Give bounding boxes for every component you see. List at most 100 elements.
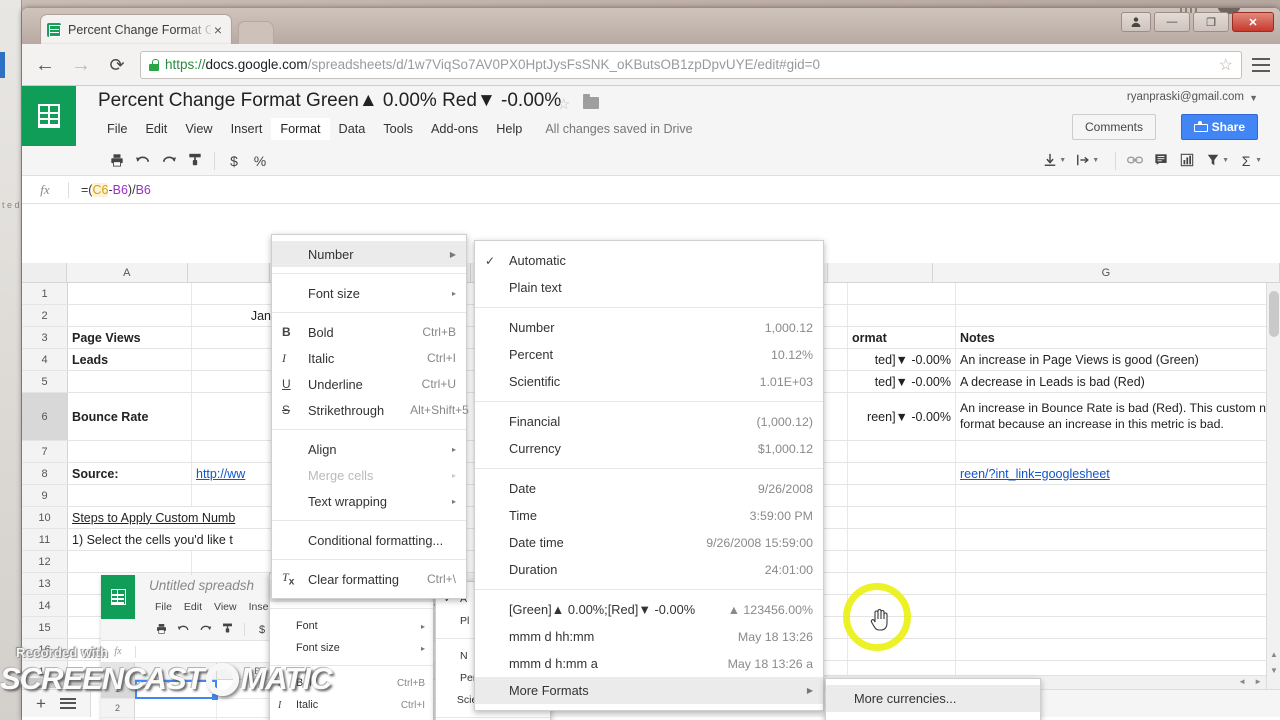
grid-cell[interactable]: ormat: [848, 327, 956, 348]
grid-cell[interactable]: [68, 305, 192, 326]
grid-cell[interactable]: An increase in Page Views is good (Green…: [956, 349, 1280, 370]
forward-icon[interactable]: →: [68, 55, 94, 75]
grid-cell[interactable]: ted]▼ -0.00%: [848, 371, 956, 392]
grid-cell[interactable]: [848, 485, 956, 506]
scroll-up-icon[interactable]: ▲: [1270, 650, 1278, 659]
grid-cell[interactable]: [68, 441, 192, 462]
menu-item-strikethrough[interactable]: S Strikethrough Alt+Shift+5: [272, 397, 469, 423]
menu-item-time[interactable]: Time 3:59:00 PM: [475, 502, 823, 529]
menu-edit[interactable]: Edit: [136, 118, 176, 140]
menu-item-date-time[interactable]: Date time 9/26/2008 15:59:00: [475, 529, 823, 556]
grid-cell[interactable]: [848, 595, 956, 616]
column-header-f[interactable]: [827, 263, 933, 282]
grid-cell[interactable]: [192, 551, 276, 572]
grid-cell[interactable]: A decrease in Leads is bad (Red): [956, 371, 1280, 392]
close-tab-icon[interactable]: ×: [211, 23, 225, 37]
menu-item-italic[interactable]: I Italic Ctrl+I: [270, 694, 433, 716]
menu-item-number[interactable]: Number ▶: [272, 241, 466, 267]
row-header[interactable]: 8: [22, 463, 68, 484]
sheets-logo-icon[interactable]: [22, 86, 76, 146]
menu-item-mmm-d-h-mm-a[interactable]: mmm d h:mm a May 18 13:26 a: [475, 650, 823, 677]
currency-icon[interactable]: $: [221, 154, 247, 168]
grid-cell[interactable]: 1) Select the cells you'd like t: [68, 529, 276, 550]
browser-tab[interactable]: Percent Change Format G ×: [40, 14, 232, 44]
close-window-button[interactable]: ✕: [1232, 12, 1274, 32]
grid-cell[interactable]: Steps to Apply Custom Numb: [68, 507, 276, 528]
browser-menu-icon[interactable]: [1252, 57, 1270, 72]
menu-item-more-date-and-time-formats[interactable]: More date and time formats...: [826, 712, 1040, 720]
grid-cell[interactable]: [956, 283, 1280, 304]
menu-file[interactable]: File: [98, 118, 136, 140]
vertical-scroll-thumb[interactable]: [1269, 291, 1279, 337]
grid-cell[interactable]: [848, 441, 956, 462]
inner-print-icon[interactable]: [151, 623, 171, 637]
menu-item-bold[interactable]: B Bold Ctrl+B: [270, 672, 433, 694]
row-header[interactable]: 14: [22, 595, 68, 616]
menu-item-underline[interactable]: UUnderlineCtrl+U: [270, 716, 433, 720]
menu-addons[interactable]: Add-ons: [422, 118, 487, 140]
row-header[interactable]: 13: [22, 573, 68, 594]
menu-item-percent[interactable]: Percent 10.12%: [475, 341, 823, 368]
menu-item-text-wrapping[interactable]: Text wrapping ▸: [272, 488, 466, 514]
grid-cell[interactable]: ted]▼ -0.00%: [848, 349, 956, 370]
row-header[interactable]: 11: [22, 529, 68, 550]
chart-icon[interactable]: [1174, 153, 1200, 169]
menu-item-financial[interactable]: Financial (1,000.12): [475, 408, 823, 435]
grid-cell[interactable]: reen]▼ -0.00%: [848, 393, 956, 440]
inner-redo-icon[interactable]: [195, 623, 215, 637]
menu-item-number[interactable]: Number 1,000.12: [475, 314, 823, 341]
menu-format[interactable]: Format: [271, 118, 330, 140]
inner-row-header[interactable]: 2: [101, 699, 135, 717]
menu-insert[interactable]: Insert: [222, 118, 272, 140]
inner-menu-file[interactable]: File: [149, 599, 178, 615]
row-header[interactable]: 9: [22, 485, 68, 506]
menu-item-plain-text[interactable]: Plain text: [475, 274, 823, 301]
grid-cell[interactable]: [956, 551, 1280, 572]
row-header[interactable]: 3: [22, 327, 68, 348]
inner-column-header-a[interactable]: A: [135, 663, 217, 679]
account-email[interactable]: ryanpraski@gmail.com: [1127, 91, 1244, 103]
row-header[interactable]: 12: [22, 551, 68, 572]
redo-icon[interactable]: [156, 153, 182, 169]
star-document-icon[interactable]: ☆: [557, 95, 570, 113]
inner-grid-cell[interactable]: [135, 699, 217, 717]
menu-tools[interactable]: Tools: [374, 118, 422, 140]
menu-item-automatic[interactable]: ✓ Automatic: [475, 247, 823, 274]
inner-paint-format-icon[interactable]: [217, 622, 237, 637]
menu-item-bold[interactable]: B Bold Ctrl+B: [272, 319, 466, 345]
grid-cell[interactable]: [956, 573, 1280, 594]
bookmark-star-icon[interactable]: ☆: [1211, 55, 1233, 75]
row-header[interactable]: 1: [22, 283, 68, 304]
grid-cell[interactable]: [956, 529, 1280, 550]
menu-item-conditional-formatting[interactable]: Conditional formatting...: [272, 527, 466, 553]
scroll-down-icon[interactable]: ▼: [1270, 666, 1278, 675]
scroll-left-icon[interactable]: ◄: [1238, 677, 1246, 686]
menu-item-green-0-00-red-0-00[interactable]: [Green]▲ 0.00%;[Red]▼ -0.00% ▲ 123456.00%: [475, 596, 823, 623]
row-header[interactable]: 10: [22, 507, 68, 528]
row-header[interactable]: 7: [22, 441, 68, 462]
vertical-scrollbar[interactable]: ▲ ▼: [1266, 283, 1280, 689]
grid-cell[interactable]: [192, 327, 276, 348]
minimize-button[interactable]: —: [1154, 12, 1190, 32]
grid-cell[interactable]: [192, 283, 276, 304]
menu-item-underline[interactable]: UUnderlineCtrl+U: [272, 371, 466, 397]
grid-cell[interactable]: Leads: [68, 349, 192, 370]
row-header[interactable]: 4: [22, 349, 68, 370]
menu-item-more-currencies[interactable]: More currencies...: [826, 685, 1040, 712]
grid-cell[interactable]: [848, 617, 956, 638]
inner-menu-view[interactable]: View: [208, 599, 243, 615]
grid-cell[interactable]: Jan: [192, 305, 276, 326]
grid-cell[interactable]: http://ww: [192, 463, 276, 484]
grid-cell[interactable]: [68, 283, 192, 304]
row-header[interactable]: 5: [22, 371, 68, 392]
column-header-g[interactable]: G: [932, 263, 1280, 282]
grid-cell[interactable]: [956, 617, 1280, 638]
grid-cell[interactable]: [68, 485, 192, 506]
grid-cell[interactable]: [848, 573, 956, 594]
menu-data[interactable]: Data: [330, 118, 375, 140]
horizontal-scroll-thumb[interactable]: [22, 678, 86, 688]
maximize-button[interactable]: ❐: [1193, 12, 1229, 32]
grid-cell[interactable]: [956, 305, 1280, 326]
menu-item-italic[interactable]: I Italic Ctrl+I: [272, 345, 466, 371]
menu-help[interactable]: Help: [487, 118, 531, 140]
